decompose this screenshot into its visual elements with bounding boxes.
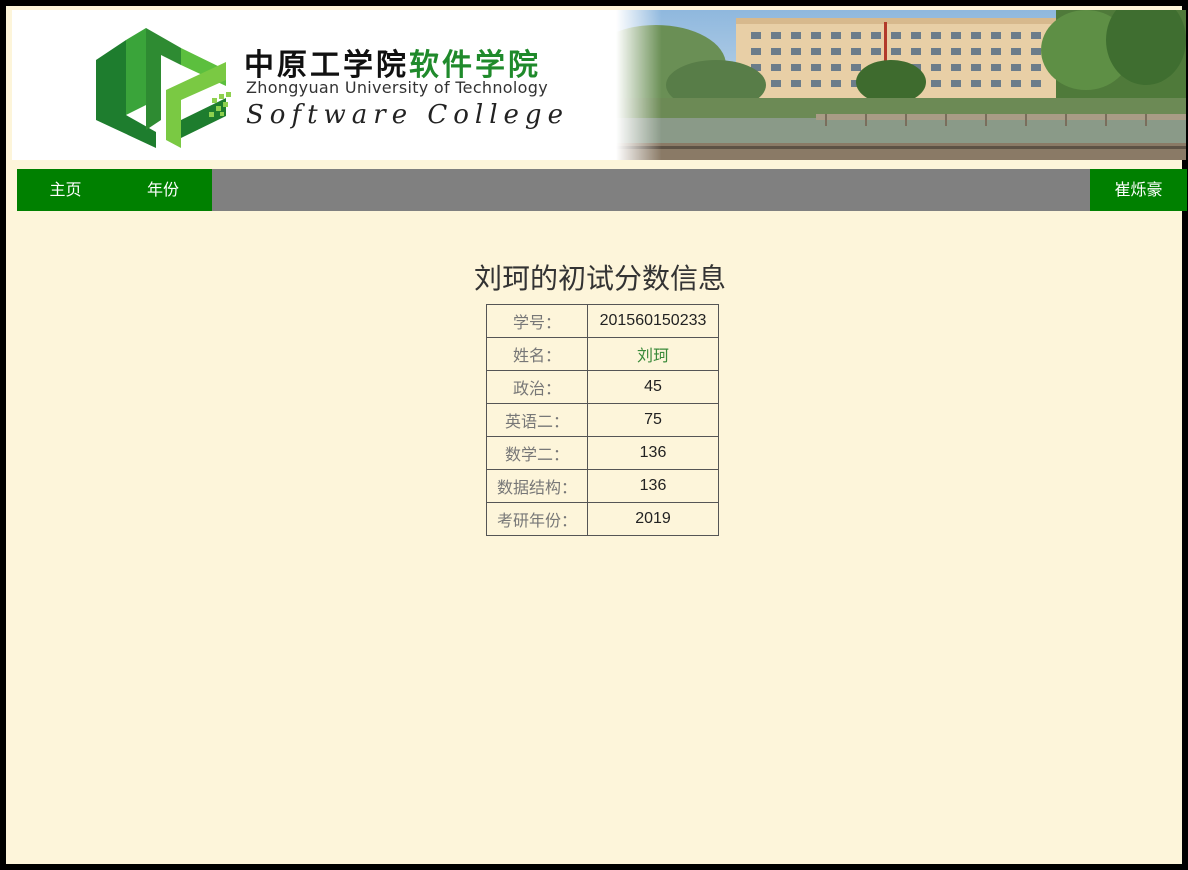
exam-year-label: 考研年份： (486, 502, 588, 536)
score-table: 学号： 201560150233 姓名： 刘珂 政治： 45 英语二： 75 数… (486, 304, 719, 536)
table-row: 数学二： 136 (486, 436, 719, 470)
page-frame: 中原工学院软件学院 Zhongyuan University of Techno… (0, 0, 1188, 870)
nav-left-group: 主页 年份 (17, 169, 212, 211)
university-name-en: Zhongyuan University of Technology (246, 78, 548, 97)
table-row: 学号： 201560150233 (486, 304, 719, 338)
college-name-en: Software College (246, 100, 569, 130)
header-banner: 中原工学院软件学院 Zhongyuan University of Techno… (12, 10, 1186, 160)
data-structures-label: 数据结构： (486, 469, 588, 503)
politics-value: 45 (587, 370, 719, 404)
student-id-label: 学号： (486, 304, 588, 338)
nav-year-link[interactable]: 年份 (114, 169, 212, 211)
english-label: 英语二： (486, 403, 588, 437)
nav-home-link[interactable]: 主页 (17, 169, 114, 211)
campus-building-photo (616, 10, 1186, 160)
zut-logo-icon (96, 28, 231, 148)
english-value: 75 (587, 403, 719, 437)
exam-year-value: 2019 (587, 502, 719, 536)
table-row: 政治： 45 (486, 370, 719, 404)
page-title: 刘珂的初试分数信息 (473, 262, 726, 295)
table-row: 数据结构： 136 (486, 469, 719, 503)
data-structures-value: 136 (587, 469, 719, 503)
math-label: 数学二： (486, 436, 588, 470)
politics-label: 政治： (486, 370, 588, 404)
table-row: 姓名： 刘珂 (486, 337, 719, 371)
table-row: 英语二： 75 (486, 403, 719, 437)
top-nav-bar: 主页 年份 崔烁豪 (17, 169, 1187, 211)
math-value: 136 (587, 436, 719, 470)
student-id-value: 201560150233 (587, 304, 719, 338)
table-row: 考研年份： 2019 (486, 502, 719, 536)
nav-user-link[interactable]: 崔烁豪 (1090, 169, 1187, 211)
name-label: 姓名： (486, 337, 588, 371)
name-value: 刘珂 (587, 337, 719, 371)
